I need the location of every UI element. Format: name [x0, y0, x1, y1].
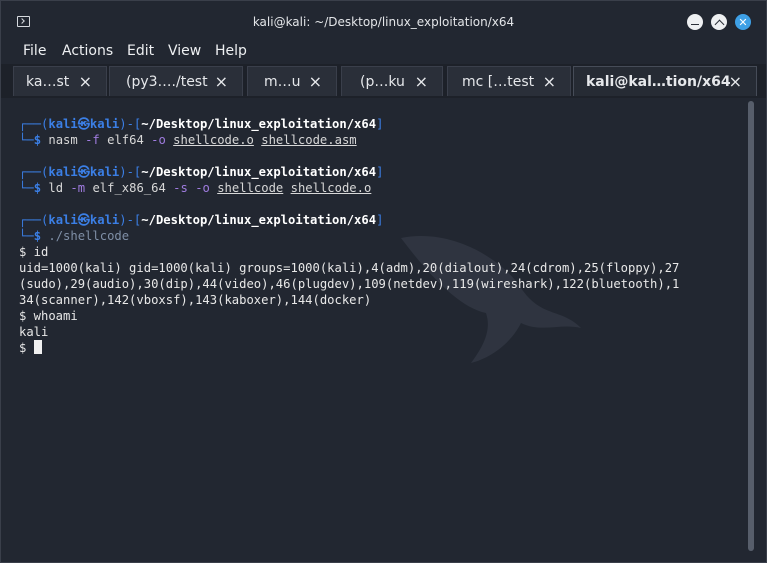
- tab-label: (p…ku: [360, 74, 405, 90]
- tab-4[interactable]: (p…ku ×: [341, 66, 443, 96]
- command-file: shellcode.o: [290, 181, 372, 195]
- command-file: shellcode.o: [173, 133, 254, 147]
- command-flag: -m: [70, 181, 86, 195]
- prompt-user: kali㉿kali: [48, 213, 120, 227]
- prompt-frame: )-[: [119, 117, 142, 131]
- shell-line: 34(scanner),142(vboxsf),143(kaboxer),144…: [19, 293, 372, 307]
- command-bin: ld: [48, 181, 64, 195]
- command-flag: -o: [151, 133, 166, 147]
- tab-label: mc […test: [462, 74, 535, 90]
- prompt-dollar: $: [33, 181, 42, 195]
- menu-file[interactable]: File: [23, 43, 46, 59]
- prompt-path: ~/Desktop/linux_exploitation/x64: [141, 117, 377, 131]
- tab-label: ka…st: [26, 74, 70, 90]
- menu-edit[interactable]: Edit: [127, 43, 154, 59]
- prompt-frame: ┌──(: [19, 117, 49, 131]
- command-flag: -s: [173, 181, 188, 195]
- prompt-frame: ┌──(: [19, 165, 49, 179]
- prompt-frame: ┌──(: [19, 213, 49, 227]
- maximize-button[interactable]: [711, 14, 727, 30]
- command-flag: -o: [195, 181, 210, 195]
- vertical-scrollbar[interactable]: [748, 101, 754, 551]
- tab-close-icon[interactable]: ×: [309, 72, 322, 91]
- terminal-window: kali@kali: ~/Desktop/linux_exploitation/…: [0, 0, 767, 563]
- tab-close-icon[interactable]: ×: [79, 72, 92, 91]
- shell-prompt: $: [19, 341, 34, 355]
- tab-close-icon[interactable]: ×: [729, 72, 742, 91]
- tab-3[interactable]: m…u ×: [247, 66, 337, 96]
- command-file: shellcode.asm: [261, 133, 357, 147]
- text-cursor: [33, 340, 42, 354]
- command-bin: nasm: [48, 133, 78, 147]
- prompt-frame: ]: [376, 213, 384, 227]
- menu-actions[interactable]: Actions: [62, 43, 113, 59]
- tab-2[interactable]: (py3…./test ×: [109, 66, 243, 96]
- window-title: kali@kali: ~/Desktop/linux_exploitation/…: [252, 15, 515, 29]
- scrollbar-thumb[interactable]: [748, 101, 754, 551]
- tab-bar: ka…st × (py3…./test × m…u × (p…ku × mc […: [1, 64, 766, 98]
- command-flag: -f: [85, 133, 100, 147]
- tab-label: (py3…./test: [126, 74, 208, 90]
- prompt-frame: └─: [19, 181, 34, 195]
- shell-line: uid=1000(kali) gid=1000(kali) groups=100…: [19, 261, 680, 275]
- command-arg: elf_x86_64: [92, 181, 166, 195]
- terminal-output[interactable]: ┌──(kali㉿kali)-[~/Desktop/linux_exploita…: [1, 98, 766, 562]
- command-file: shellcode: [217, 181, 284, 195]
- prompt-frame: )-[: [119, 165, 142, 179]
- prompt-user: kali㉿kali: [48, 165, 120, 179]
- command-run: ./shellcode: [48, 229, 130, 243]
- tab-1[interactable]: ka…st ×: [13, 66, 107, 96]
- title-bar[interactable]: kali@kali: ~/Desktop/linux_exploitation/…: [1, 1, 766, 41]
- tab-label: kali@kal…tion/x64: [586, 74, 731, 90]
- menu-help[interactable]: Help: [215, 43, 247, 59]
- command-arg: elf64: [107, 133, 144, 147]
- menu-bar: File Actions Edit View Help: [1, 41, 766, 63]
- tab-close-icon[interactable]: ×: [543, 72, 556, 91]
- prompt-frame: ]: [376, 117, 384, 131]
- tab-5[interactable]: mc […test ×: [447, 66, 571, 96]
- shell-line: $ id: [19, 245, 49, 259]
- prompt-frame: └─: [19, 133, 34, 147]
- shell-line: (sudo),29(audio),30(dip),44(video),46(pl…: [19, 277, 680, 291]
- prompt-dollar: $: [33, 229, 42, 243]
- prompt-frame: )-[: [119, 213, 142, 227]
- terminal-text: ┌──(kali㉿kali)-[~/Desktop/linux_exploita…: [19, 116, 679, 356]
- tab-label: m…u: [264, 74, 301, 90]
- menu-view[interactable]: View: [168, 43, 201, 59]
- tab-close-icon[interactable]: ×: [215, 72, 228, 91]
- prompt-path: ~/Desktop/linux_exploitation/x64: [141, 165, 377, 179]
- prompt-frame: ]: [376, 165, 384, 179]
- tab-close-icon[interactable]: ×: [415, 72, 428, 91]
- prompt-path: ~/Desktop/linux_exploitation/x64: [141, 213, 377, 227]
- tab-6-active[interactable]: kali@kal…tion/x64 ×: [573, 66, 757, 96]
- close-window-button[interactable]: ✕: [735, 14, 751, 30]
- prompt-frame: └─: [19, 229, 34, 243]
- minimize-button[interactable]: [687, 14, 703, 30]
- prompt-user: kali㉿kali: [48, 117, 120, 131]
- prompt-dollar: $: [33, 133, 42, 147]
- shell-line: $ whoami: [19, 309, 78, 323]
- shell-line: kali: [19, 325, 49, 339]
